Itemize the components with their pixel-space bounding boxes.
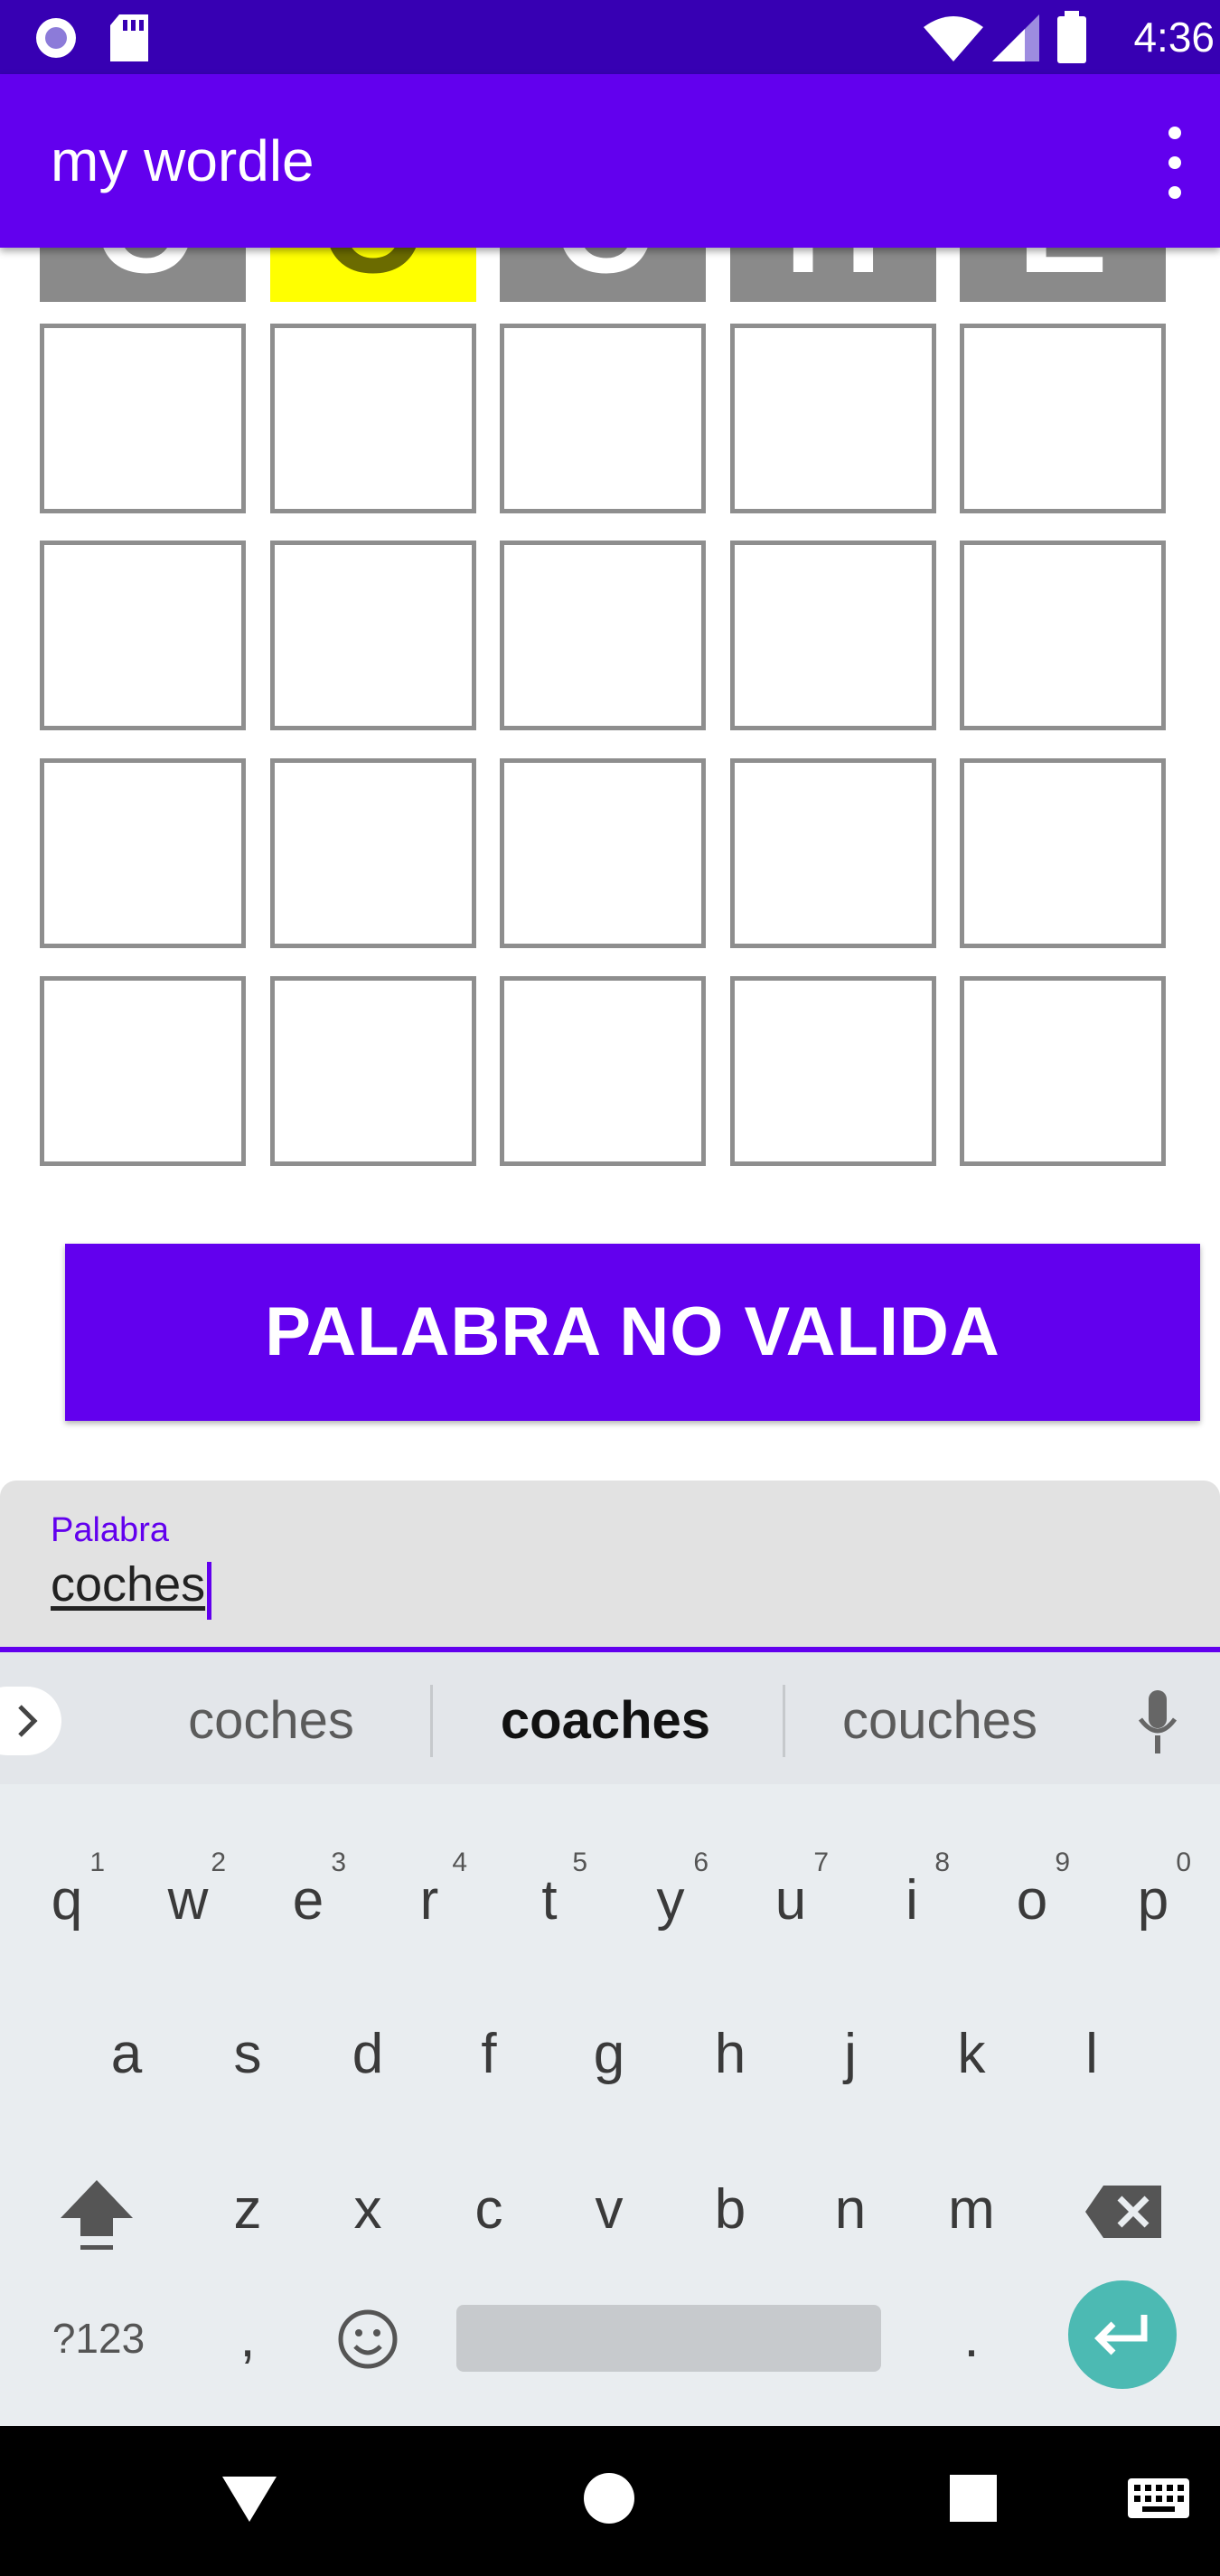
tile-empty	[40, 758, 246, 948]
home-nav-icon[interactable]	[582, 2471, 636, 2525]
tile-empty	[500, 541, 706, 730]
tile-empty	[270, 758, 476, 948]
backspace-key[interactable]	[1071, 2142, 1179, 2278]
recents-nav-icon[interactable]	[948, 2473, 999, 2524]
suggestion-divider	[783, 1685, 785, 1757]
tile-empty	[730, 324, 936, 513]
word-field-label: Palabra	[51, 1511, 169, 1549]
suggestion-divider	[430, 1685, 433, 1757]
tile-empty	[500, 976, 706, 1166]
tile-empty	[40, 976, 246, 1166]
tile-empty	[40, 324, 246, 513]
text-cursor	[207, 1562, 211, 1620]
key-i[interactable]: i8	[858, 1833, 966, 1969]
app-title: my wordle	[51, 128, 314, 193]
tile-row1-col1: C	[40, 239, 246, 302]
key-v[interactable]: v	[555, 2142, 663, 2278]
tile-empty	[500, 324, 706, 513]
emoji-icon	[338, 2309, 398, 2369]
tile-empty	[960, 976, 1166, 1166]
tile-row1-col5: E	[960, 239, 1166, 302]
key-u[interactable]: u7	[737, 1833, 845, 1969]
space-bar[interactable]	[456, 2305, 881, 2372]
tile-empty	[960, 324, 1166, 513]
tile-empty	[40, 541, 246, 730]
key-j[interactable]: j	[796, 1987, 905, 2122]
tile-row1-col2: O	[270, 239, 476, 302]
key-x[interactable]: x	[314, 2142, 422, 2278]
key-z[interactable]: z	[193, 2142, 302, 2278]
tile-empty	[270, 324, 476, 513]
word-field[interactable]: Palabra coches	[0, 1481, 1220, 1652]
submit-word-button[interactable]: PALABRA NO VALIDA	[65, 1244, 1200, 1421]
key-f[interactable]: f	[435, 1987, 543, 2122]
key-s[interactable]: s	[193, 1987, 302, 2122]
key-e[interactable]: e3	[254, 1833, 362, 1969]
key-a[interactable]: a	[72, 1987, 181, 2122]
key-k[interactable]: k	[917, 1987, 1026, 2122]
app-bar: my wordle	[0, 74, 1220, 248]
key-t[interactable]: t5	[495, 1833, 604, 1969]
enter-arrow-icon	[1094, 2315, 1148, 2355]
key-r[interactable]: r4	[375, 1833, 483, 1969]
key-o[interactable]: o9	[978, 1833, 1086, 1969]
tile-empty	[730, 758, 936, 948]
backspace-icon	[1085, 2186, 1161, 2238]
key-q[interactable]: q1	[13, 1833, 121, 1969]
navigation-bar	[0, 2426, 1220, 2576]
more-options-icon[interactable]	[1157, 127, 1193, 199]
key-w[interactable]: w2	[134, 1833, 242, 1969]
word-field-value[interactable]: coches	[51, 1556, 205, 1612]
symbols-key[interactable]: ?123	[31, 2270, 166, 2406]
tile-empty	[730, 541, 936, 730]
tile-empty	[730, 976, 936, 1166]
chevron-right-icon	[18, 1705, 38, 1737]
key-n[interactable]: n	[796, 2142, 905, 2278]
key-l[interactable]: l	[1037, 1987, 1146, 2122]
suggestion-strip: coches coaches couches	[0, 1652, 1220, 1784]
tile-empty	[270, 976, 476, 1166]
back-nav-icon[interactable]	[221, 2473, 278, 2524]
soft-keyboard: coches coaches couches q1 w2 e3 r4 t5 y6…	[0, 1652, 1220, 2426]
key-p[interactable]: p0	[1099, 1833, 1207, 1969]
key-h[interactable]: h	[676, 1987, 784, 2122]
emoji-key[interactable]	[314, 2270, 422, 2406]
keyboard-switch-icon[interactable]	[1126, 2477, 1191, 2520]
key-y[interactable]: y6	[616, 1833, 725, 1969]
tile-empty	[270, 541, 476, 730]
microphone-icon[interactable]	[1135, 1688, 1180, 1759]
shift-icon	[61, 2180, 133, 2250]
period-key[interactable]: .	[917, 2270, 1026, 2406]
suggestion-3[interactable]: couches	[804, 1685, 1075, 1757]
key-b[interactable]: b	[676, 2142, 784, 2278]
tile-empty	[960, 758, 1166, 948]
key-m[interactable]: m	[917, 2142, 1026, 2278]
tile-row1-col3: C	[500, 239, 706, 302]
shift-key[interactable]	[42, 2142, 151, 2278]
comma-key[interactable]: ,	[193, 2270, 302, 2406]
enter-key[interactable]	[1068, 2280, 1177, 2389]
expand-toolbar-button[interactable]	[0, 1687, 61, 1755]
suggestion-2[interactable]: coaches	[452, 1685, 759, 1757]
key-c[interactable]: c	[435, 2142, 543, 2278]
key-g[interactable]: g	[555, 1987, 663, 2122]
key-d[interactable]: d	[314, 1987, 422, 2122]
tile-empty	[500, 758, 706, 948]
tile-empty	[960, 541, 1166, 730]
tile-row1-col4: H	[730, 239, 936, 302]
suggestion-1[interactable]: coches	[136, 1685, 407, 1757]
